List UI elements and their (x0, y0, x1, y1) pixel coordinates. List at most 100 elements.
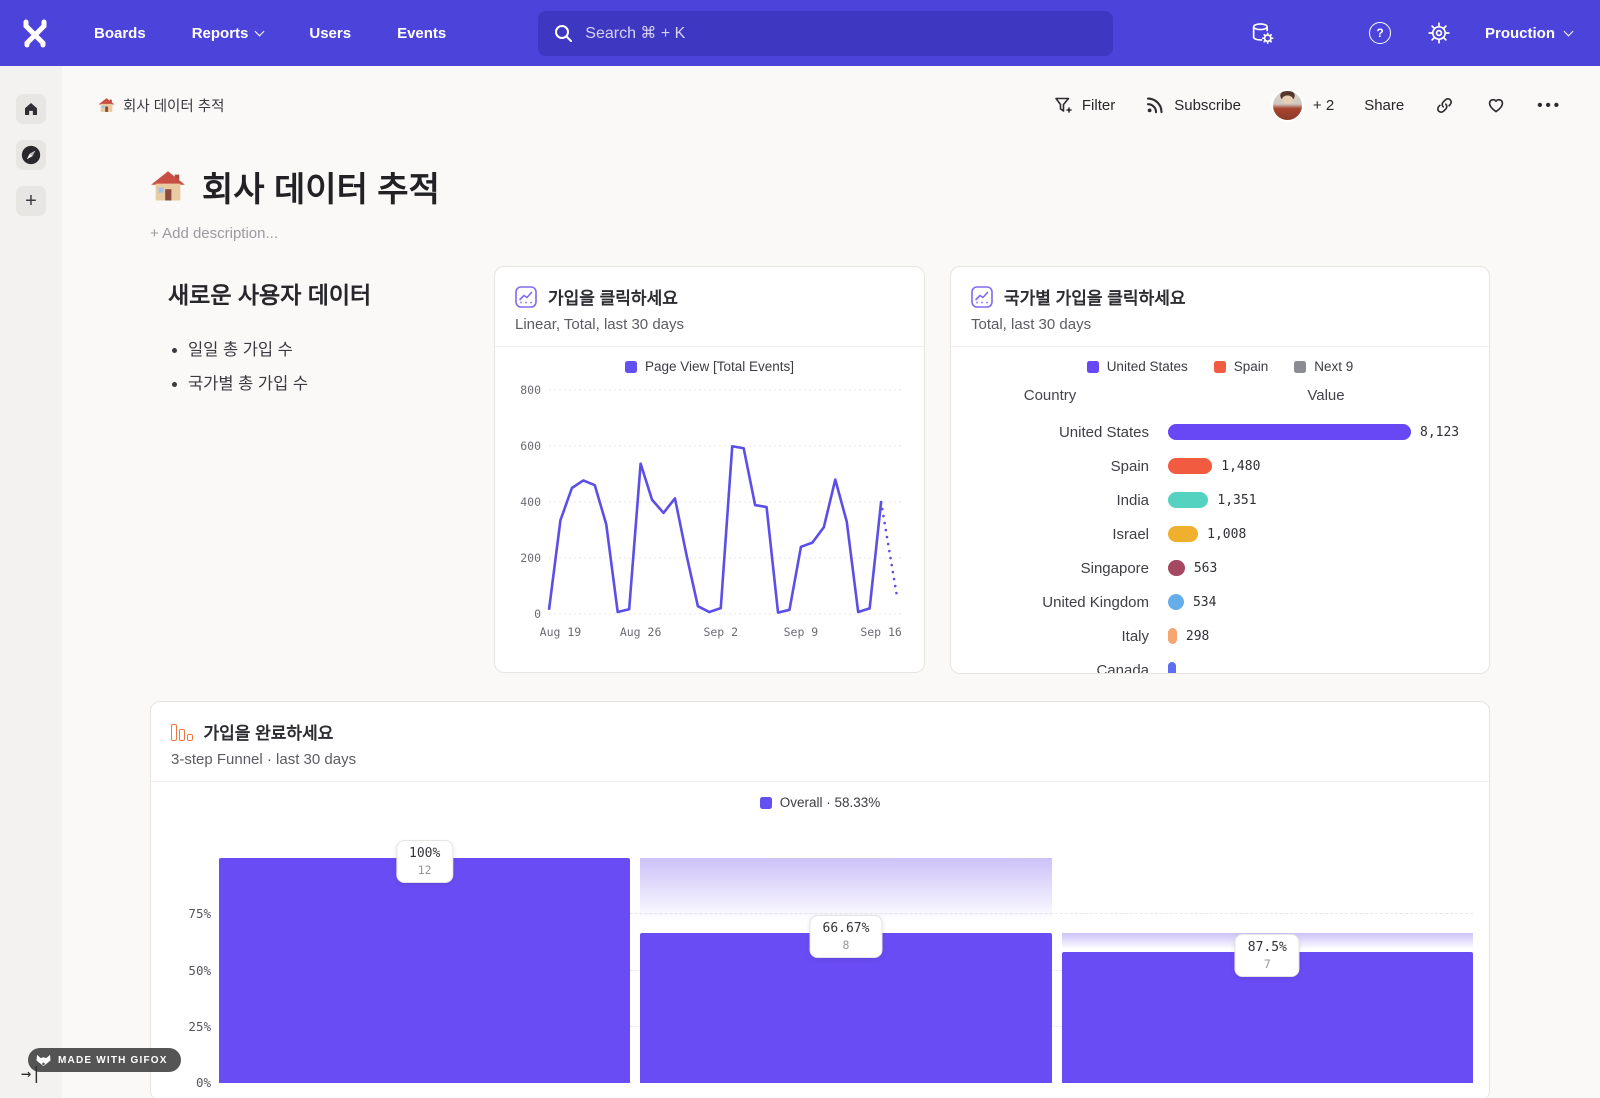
rss-icon (1145, 95, 1165, 115)
text-card-heading: 새로운 사용자 데이터 (168, 276, 494, 310)
funnel-plot: 0%25%50%75%100%1266.67%887.5%7 (219, 858, 1473, 1083)
table-row[interactable]: Israel1,008 (951, 517, 1489, 551)
country-label: United Kingdom (951, 594, 1149, 611)
bullet-item: 국가별 총 가입 수 (188, 370, 494, 394)
svg-text:600: 600 (520, 439, 541, 453)
funnel-pct-label: 100% (409, 846, 440, 861)
funnel-step-3[interactable]: 87.5%7 (1062, 858, 1473, 1083)
country-value: 298 (1186, 629, 1209, 644)
nav-item-label: Boards (94, 25, 146, 42)
house-emoji-icon (150, 169, 186, 205)
bullet-item: 일일 총 가입 수 (188, 336, 494, 360)
line-chart-legend: Page View [Total Events] (495, 347, 924, 374)
legend-entry[interactable]: Page View [Total Events] (625, 359, 794, 374)
project-switcher[interactable]: Prouction (1485, 25, 1572, 42)
funnel-value-badge[interactable]: 87.5%7 (1235, 934, 1300, 977)
funnel-step-1[interactable]: 100%12 (219, 858, 630, 1083)
funnel-card[interactable]: 가입을 완료하세요 3-step Funnel · last 30 days O… (150, 701, 1490, 1098)
table-row[interactable]: Italy298 (951, 619, 1489, 653)
nav-item-label: Events (397, 25, 446, 42)
board-header: 회사 데이터 추적 + Add description... (62, 144, 1600, 242)
bar-table-headers: Country Value (951, 387, 1489, 404)
funnel-step-2[interactable]: 66.67%8 (640, 858, 1051, 1083)
svg-text:200: 200 (520, 551, 541, 565)
country-label: United States (951, 424, 1149, 441)
legend-entry[interactable]: Spain (1214, 359, 1269, 374)
legend-entry[interactable]: United States (1087, 359, 1188, 374)
breadcrumb-label: 회사 데이터 추적 (123, 95, 224, 116)
nav-item-users[interactable]: Users (309, 25, 351, 42)
gifox-badge: MADE WITH GIFOX (28, 1048, 181, 1072)
settings-gear-icon[interactable] (1426, 20, 1452, 46)
bar-card-title: 국가별 가입을 클릭하세요 (1004, 284, 1186, 309)
bar-card-subtitle: Total, last 30 days (971, 316, 1469, 333)
collaborators[interactable]: + 2 (1271, 89, 1334, 122)
text-card-bullets: 일일 총 가입 수국가별 총 가입 수 (150, 336, 494, 394)
apps-grid-icon[interactable] (1308, 20, 1334, 46)
copy-link-button[interactable] (1434, 95, 1455, 116)
country-label: Singapore (951, 560, 1149, 577)
table-row[interactable]: India 1,351 (951, 483, 1489, 517)
table-row[interactable]: Singapore563 (951, 551, 1489, 585)
bar-chart-legend: United States Spain Next 9 (951, 347, 1489, 374)
funnel-legend: Overall · 58.33% (151, 782, 1489, 810)
search-placeholder: Search ⌘ + K (585, 23, 685, 43)
help-icon[interactable]: ? (1367, 20, 1393, 46)
legend-entry[interactable]: Next 9 (1294, 359, 1353, 374)
mixpanel-logo-icon[interactable] (20, 16, 50, 50)
breadcrumb[interactable]: 회사 데이터 추적 (98, 95, 224, 116)
explore-compass-button[interactable] (16, 140, 46, 170)
country-label: Canada (951, 662, 1149, 675)
country-value: 1,351 (1217, 493, 1256, 508)
funnel-ytick: 0% (173, 1075, 211, 1090)
funnel-card-header: 가입을 완료하세요 3-step Funnel · last 30 days (151, 702, 1489, 782)
funnel-count-label: 8 (823, 938, 870, 952)
nav-item-boards[interactable]: Boards (94, 25, 146, 42)
legend-swatch-icon (1214, 361, 1226, 373)
funnel-ytick: 75% (173, 906, 211, 921)
funnel-value-badge[interactable]: 100%12 (396, 840, 453, 883)
funnel-count-label: 7 (1248, 957, 1287, 971)
svg-text:0: 0 (534, 607, 541, 621)
add-board-button[interactable]: + (16, 186, 46, 216)
filter-button[interactable]: Filter (1053, 95, 1115, 115)
subscribe-button[interactable]: Subscribe (1145, 95, 1241, 115)
country-value: 1,008 (1207, 527, 1246, 542)
collaborators-count: + 2 (1313, 97, 1334, 114)
country-bar (1168, 458, 1212, 474)
country-bar (1168, 560, 1185, 576)
bar-rows: United States 8,123 Spain1,480 India 1,351 Is… (951, 415, 1489, 674)
nav-item-events[interactable]: Events (397, 25, 446, 42)
home-button[interactable] (16, 94, 46, 124)
legend-label: Overall · 58.33% (780, 795, 881, 810)
svg-text:400: 400 (520, 495, 541, 509)
line-card-title: 가입을 클릭하세요 (548, 284, 678, 309)
favorite-button[interactable] (1485, 94, 1507, 116)
add-description[interactable]: + Add description... (150, 225, 1600, 242)
country-bar (1168, 628, 1177, 644)
country-value: 8,123 (1420, 425, 1459, 440)
search-input[interactable]: Search ⌘ + K (538, 11, 1113, 56)
main-nav: Boards Reports Users Events (94, 25, 446, 42)
country-column-header: Country (951, 387, 1149, 404)
more-options-button[interactable]: ••• (1537, 97, 1562, 114)
country-bar-card[interactable]: 국가별 가입을 클릭하세요 Total, last 30 days United… (950, 266, 1490, 674)
share-button[interactable]: Share (1364, 97, 1404, 114)
country-label: India (951, 492, 1149, 509)
table-row[interactable]: United Kingdom534 (951, 585, 1489, 619)
line-chart-card[interactable]: 가입을 클릭하세요 Linear, Total, last 30 days Pa… (494, 266, 925, 673)
table-row[interactable]: Spain1,480 (951, 449, 1489, 483)
line-chart-icon (971, 286, 993, 308)
data-management-icon[interactable] (1249, 20, 1275, 46)
collapse-sidebar-icon[interactable]: →| (21, 1064, 41, 1084)
nav-item-label: Users (309, 25, 351, 42)
country-bar (1168, 424, 1411, 440)
table-row[interactable]: United States 8,123 (951, 415, 1489, 449)
bar-card-header: 국가별 가입을 클릭하세요 Total, last 30 days (951, 267, 1489, 347)
funnel-value-badge[interactable]: 66.67%8 (810, 915, 883, 958)
text-card[interactable]: 새로운 사용자 데이터 일일 총 가입 수국가별 총 가입 수 (150, 266, 494, 404)
gifox-badge-label: MADE WITH GIFOX (58, 1055, 168, 1066)
table-row[interactable]: Canada (951, 653, 1489, 674)
legend-entry[interactable]: Overall · 58.33% (760, 795, 881, 810)
nav-item-reports[interactable]: Reports (192, 25, 264, 42)
